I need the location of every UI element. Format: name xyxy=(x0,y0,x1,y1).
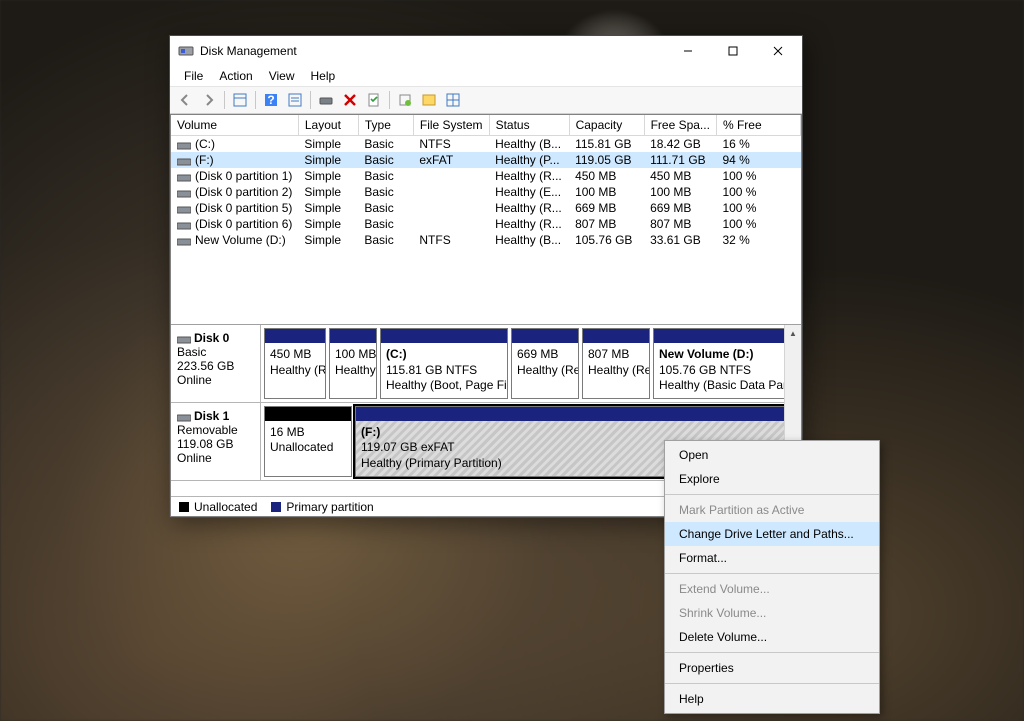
details-button[interactable] xyxy=(284,89,306,111)
col-pct[interactable]: % Free xyxy=(716,115,800,136)
ctx-format[interactable]: Format... xyxy=(665,546,879,570)
help-icon[interactable]: ? xyxy=(260,89,282,111)
disk0-partition[interactable]: 450 MBHealthy (Rec xyxy=(264,328,326,399)
volume-row[interactable]: (Disk 0 partition 2)SimpleBasicHealthy (… xyxy=(171,184,801,200)
forward-button[interactable] xyxy=(198,89,220,111)
col-fs[interactable]: File System xyxy=(413,115,489,136)
volume-row[interactable]: (F:)SimpleBasicexFATHealthy (P...119.05 … xyxy=(171,152,801,168)
menubar: File Action View Help xyxy=(170,66,802,86)
ctx-open[interactable]: Open xyxy=(665,443,879,467)
col-free[interactable]: Free Spa... xyxy=(644,115,716,136)
disk0-label[interactable]: Disk 0 Basic 223.56 GB Online xyxy=(171,325,261,402)
col-type[interactable]: Type xyxy=(358,115,413,136)
col-volume[interactable]: Volume xyxy=(171,115,298,136)
ctx-shrink: Shrink Volume... xyxy=(665,601,879,625)
context-menu: Open Explore Mark Partition as Active Ch… xyxy=(664,440,880,714)
disk0-partition[interactable]: New Volume (D:)105.76 GB NTFSHealthy (Ba… xyxy=(653,328,787,399)
menu-view[interactable]: View xyxy=(261,66,303,86)
list-icon[interactable] xyxy=(418,89,440,111)
toolbar-separator xyxy=(224,91,225,109)
maximize-button[interactable] xyxy=(710,37,755,65)
ctx-mark-active: Mark Partition as Active xyxy=(665,498,879,522)
app-icon xyxy=(178,43,194,59)
close-button[interactable] xyxy=(755,37,800,65)
volume-row[interactable]: (C:)SimpleBasicNTFSHealthy (B...115.81 G… xyxy=(171,136,801,153)
col-layout[interactable]: Layout xyxy=(298,115,358,136)
volume-row[interactable]: (Disk 0 partition 5)SimpleBasicHealthy (… xyxy=(171,200,801,216)
volume-table: Volume Layout Type File System Status Ca… xyxy=(171,115,801,248)
volume-list[interactable]: Volume Layout Type File System Status Ca… xyxy=(171,115,801,325)
ctx-properties[interactable]: Properties xyxy=(665,656,879,680)
ctx-change-letter[interactable]: Change Drive Letter and Paths... xyxy=(665,522,879,546)
ctx-help[interactable]: Help xyxy=(665,687,879,711)
toolbar-separator xyxy=(310,91,311,109)
col-status[interactable]: Status xyxy=(489,115,569,136)
disk0-partition[interactable]: 669 MBHealthy (Reco xyxy=(511,328,579,399)
volume-row[interactable]: (Disk 0 partition 6)SimpleBasicHealthy (… xyxy=(171,216,801,232)
disk0-partition[interactable]: (C:)115.81 GB NTFSHealthy (Boot, Page Fi… xyxy=(380,328,508,399)
disk0-partition[interactable]: 100 MBHealthy xyxy=(329,328,377,399)
ctx-separator xyxy=(665,573,879,574)
delete-button[interactable] xyxy=(339,89,361,111)
ctx-explore[interactable]: Explore xyxy=(665,467,879,491)
volume-row[interactable]: (Disk 0 partition 1)SimpleBasicHealthy (… xyxy=(171,168,801,184)
disk-row-0: Disk 0 Basic 223.56 GB Online 450 MBHeal… xyxy=(171,325,801,403)
legend-primary: Primary partition xyxy=(286,500,373,514)
disk0-partitions: 450 MBHealthy (Rec100 MBHealthy(C:)115.8… xyxy=(261,325,801,402)
menu-action[interactable]: Action xyxy=(211,66,260,86)
volume-row[interactable]: New Volume (D:)SimpleBasicNTFSHealthy (B… xyxy=(171,232,801,248)
menu-file[interactable]: File xyxy=(176,66,211,86)
minimize-button[interactable] xyxy=(665,37,710,65)
toolbar-separator xyxy=(389,91,390,109)
refresh-icon[interactable] xyxy=(394,89,416,111)
col-capacity[interactable]: Capacity xyxy=(569,115,644,136)
disk1-label[interactable]: Disk 1 Removable 119.08 GB Online xyxy=(171,403,261,480)
toolbar: ? xyxy=(170,86,802,114)
window-title: Disk Management xyxy=(200,44,665,58)
refresh-button[interactable] xyxy=(315,89,337,111)
back-button[interactable] xyxy=(174,89,196,111)
disk0-partition[interactable]: 807 MBHealthy (Reco xyxy=(582,328,650,399)
svg-text:?: ? xyxy=(267,93,274,107)
menu-help[interactable]: Help xyxy=(303,66,344,86)
titlebar[interactable]: Disk Management xyxy=(170,36,802,66)
legend-unallocated: Unallocated xyxy=(194,500,257,514)
ctx-separator xyxy=(665,494,879,495)
toolbar-separator xyxy=(255,91,256,109)
show-hide-tree-button[interactable] xyxy=(229,89,251,111)
ctx-separator xyxy=(665,652,879,653)
ctx-separator xyxy=(665,683,879,684)
disk1-unallocated[interactable]: 16 MBUnallocated xyxy=(264,406,352,477)
grid-icon[interactable] xyxy=(442,89,464,111)
properties-button[interactable] xyxy=(363,89,385,111)
ctx-extend: Extend Volume... xyxy=(665,577,879,601)
ctx-delete[interactable]: Delete Volume... xyxy=(665,625,879,649)
scroll-up-icon[interactable]: ▲ xyxy=(785,325,801,342)
